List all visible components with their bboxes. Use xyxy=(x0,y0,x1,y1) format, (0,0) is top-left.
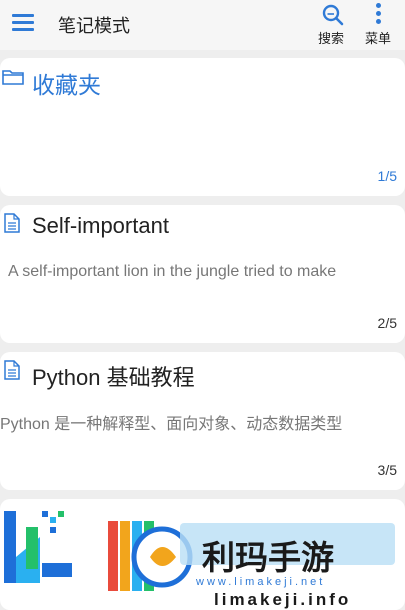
note-snippet: Python 是一种解释型、面向对象、动态数据类型 xyxy=(0,416,343,433)
top-app-bar: 笔记模式 搜索 菜单 xyxy=(0,0,405,50)
page-count: 3/5 xyxy=(377,462,397,478)
note-snippet: A self-important lion in the jungle trie… xyxy=(8,263,337,280)
hamburger-icon[interactable] xyxy=(12,14,36,34)
document-icon xyxy=(4,360,20,380)
search-icon xyxy=(322,4,344,26)
watermark-brand: 利玛手游 xyxy=(202,539,334,576)
more-vertical-icon xyxy=(376,3,381,25)
favorites-card[interactable]: 收藏夹 1/5 xyxy=(0,58,405,196)
watermark-logo: 利玛手游 www.limakeji.net limakeji.info xyxy=(4,511,395,609)
menu-button[interactable]: 菜单 xyxy=(358,2,398,46)
search-label: 搜索 xyxy=(317,31,344,46)
search-button[interactable]: 搜索 xyxy=(311,2,351,46)
card-title: 收藏夹 xyxy=(32,72,101,98)
watermark-url: limakeji.info xyxy=(214,590,351,609)
card-title: Self-important xyxy=(32,213,169,238)
page-count: 1/5 xyxy=(377,168,397,184)
note-card[interactable]: Python 基础教程 Python 是一种解释型、面向对象、动态数据类型 3/… xyxy=(0,352,405,490)
page-count: 2/5 xyxy=(377,315,397,331)
folder-icon xyxy=(2,70,24,85)
document-icon xyxy=(4,213,20,233)
page-title: 笔记模式 xyxy=(58,16,130,36)
watermark-url-small: www.limakeji.net xyxy=(195,576,325,588)
menu-label: 菜单 xyxy=(364,31,391,46)
card-title: Python 基础教程 xyxy=(32,365,195,390)
note-card[interactable]: Self-important A self-important lion in … xyxy=(0,205,405,343)
